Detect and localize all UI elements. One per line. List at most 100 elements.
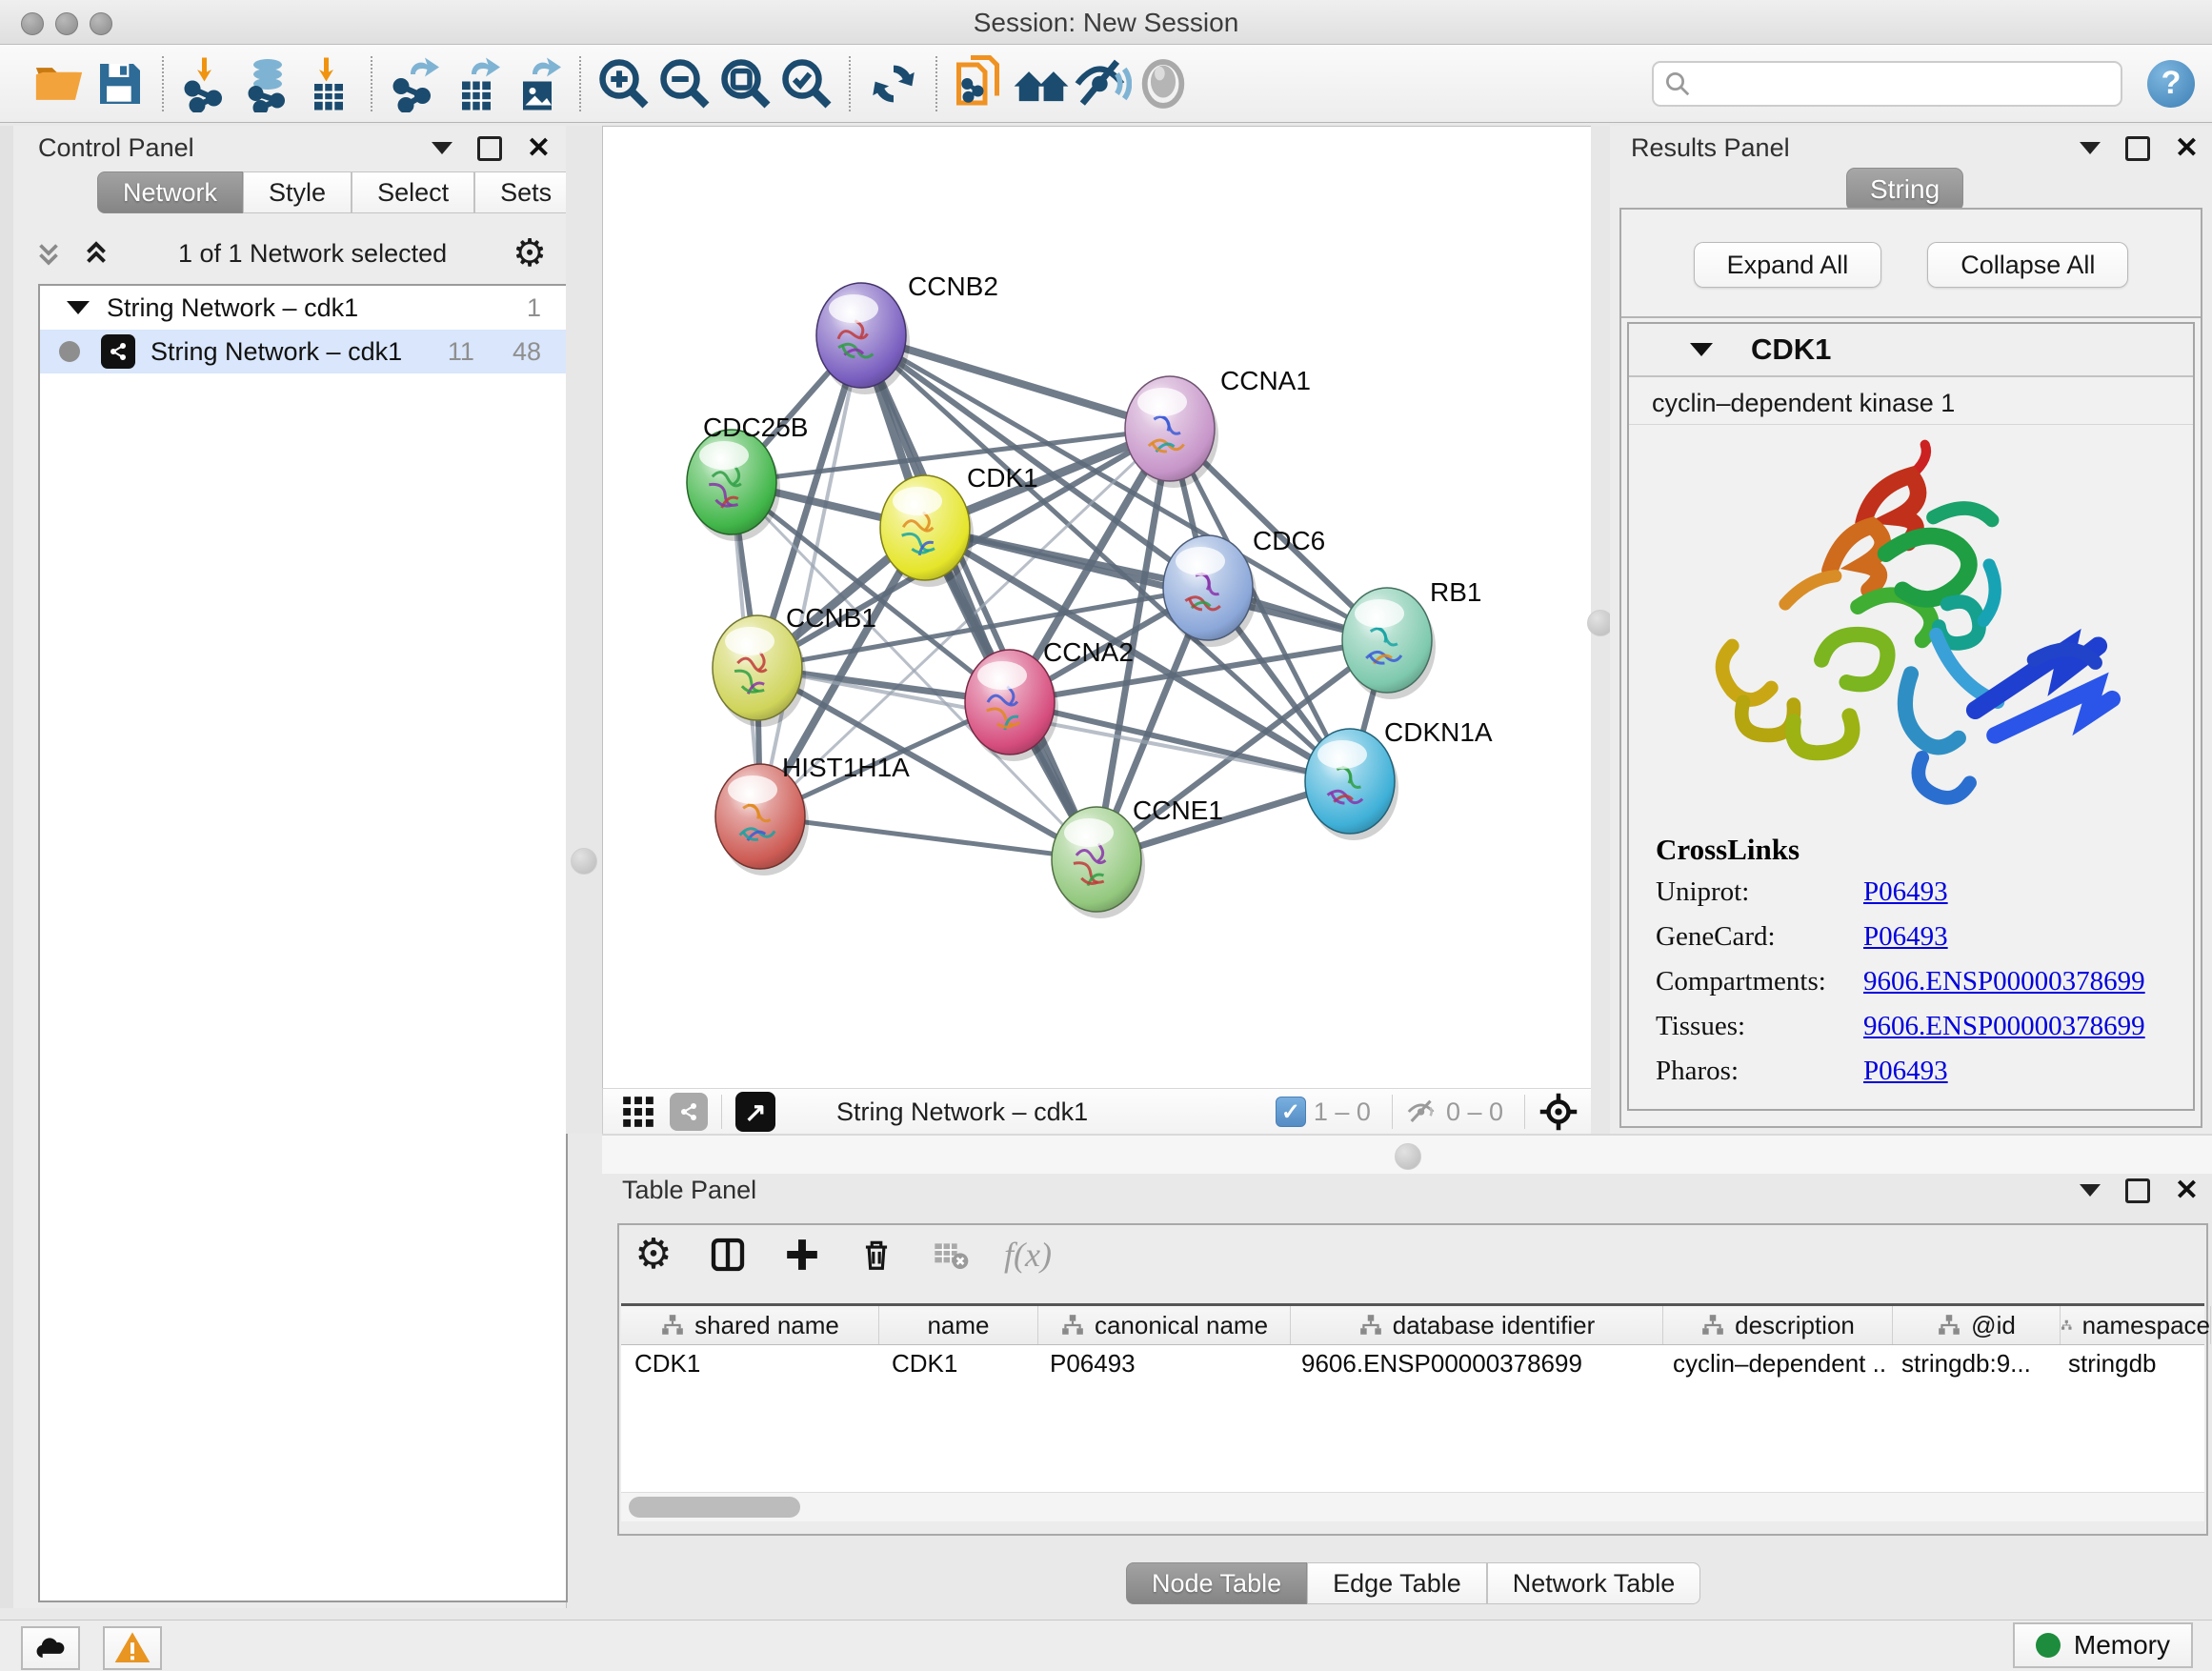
tab-edge-table[interactable]: Edge Table [1307, 1562, 1487, 1604]
network-canvas[interactable]: CCNB2CCNA1CDC25BCDK1CDC6RB1CCNB1CCNA2CDK… [602, 126, 1593, 1090]
open-session-icon[interactable] [29, 53, 90, 114]
crosslink-row: Compartments:9606.ENSP00000378699 [1656, 966, 2193, 997]
crosslink-link[interactable]: P06493 [1863, 1056, 1948, 1087]
hidden-eye-slash-icon[interactable] [1406, 1096, 1438, 1128]
crosslink-link[interactable]: 9606.ENSP00000378699 [1863, 1011, 2145, 1042]
show-columns-icon[interactable] [707, 1234, 749, 1276]
table-cell[interactable]: stringdb [2055, 1345, 2204, 1381]
table-cell[interactable]: 9606.ENSP00000378699 [1288, 1345, 1659, 1381]
node-CCNA1[interactable] [1125, 376, 1218, 488]
search-box[interactable] [1652, 61, 2122, 107]
help-icon[interactable]: ? [2147, 60, 2195, 108]
table-cell[interactable]: stringdb:9... [1888, 1345, 2055, 1381]
zoom-fit-icon[interactable] [715, 53, 776, 114]
cloud-status-button[interactable] [21, 1626, 80, 1670]
float-panel-icon[interactable] [2125, 136, 2150, 161]
network-snapshot-icon[interactable] [950, 53, 1011, 114]
network-collection-row[interactable]: String Network – cdk1 1 [40, 286, 566, 330]
crosslink-link[interactable]: P06493 [1863, 876, 1948, 908]
table-cell[interactable]: CDK1 [621, 1345, 878, 1381]
tab-network[interactable]: Network [97, 171, 243, 213]
show-graphics-details-icon[interactable] [1133, 53, 1194, 114]
crosslink-link[interactable]: 9606.ENSP00000378699 [1863, 966, 2145, 997]
delete-column-icon[interactable] [855, 1234, 897, 1276]
tab-node-table[interactable]: Node Table [1126, 1562, 1307, 1604]
collapse-panel-icon[interactable] [2080, 1184, 2101, 1197]
splitter-handle[interactable] [571, 848, 597, 875]
close-panel-icon[interactable]: ✕ [2175, 1181, 2199, 1200]
network-row[interactable]: String Network – cdk1 11 48 [40, 330, 566, 373]
scrollbar-thumb[interactable] [629, 1497, 800, 1518]
column-header-canonical-name[interactable]: canonical name [1038, 1306, 1291, 1344]
search-input[interactable] [1692, 68, 2096, 99]
toolbar-separator [162, 56, 165, 111]
table-cell[interactable]: cyclin–dependent ... [1659, 1345, 1888, 1381]
close-panel-icon[interactable]: ✕ [527, 139, 551, 158]
zoom-in-icon[interactable] [593, 53, 654, 114]
import-table-icon[interactable] [298, 53, 359, 114]
gene-expander-icon[interactable] [1690, 343, 1713, 356]
import-network-icon[interactable] [176, 53, 237, 114]
collapse-all-networks-icon[interactable] [80, 237, 112, 270]
refresh-icon[interactable] [863, 53, 924, 114]
network-options-gear-icon[interactable]: ⚙ [513, 234, 547, 272]
float-panel-icon[interactable] [477, 136, 502, 161]
memory-button[interactable]: Memory [2013, 1622, 2193, 1668]
column-header-name[interactable]: name [879, 1306, 1038, 1344]
fit-content-crosshair-icon[interactable] [1538, 1092, 1579, 1132]
splitter-handle[interactable] [1395, 1143, 1421, 1170]
node-CCNE1[interactable] [1052, 807, 1145, 918]
collection-expander-icon[interactable] [67, 301, 90, 314]
node-RB1[interactable] [1342, 588, 1436, 699]
collapse-panel-icon[interactable] [2080, 142, 2101, 154]
close-panel-icon[interactable]: ✕ [2175, 139, 2199, 158]
grid-view-icon[interactable] [620, 1094, 656, 1130]
export-table-icon[interactable] [446, 53, 507, 114]
home-networks-icon[interactable] [1011, 53, 1072, 114]
gene-card-header[interactable]: CDK1 [1629, 324, 2193, 377]
export-image-icon[interactable] [507, 53, 568, 114]
node-CDC6[interactable] [1163, 535, 1257, 647]
expand-all-button[interactable]: Expand All [1694, 242, 1882, 288]
tab-sets[interactable]: Sets [474, 171, 577, 213]
table-options-gear-icon[interactable]: ⚙ [633, 1234, 674, 1276]
edge-CCNB2-HIST1H1A[interactable] [760, 335, 861, 816]
create-column-icon[interactable] [781, 1234, 823, 1276]
save-session-icon[interactable] [90, 53, 151, 114]
crosslink-link[interactable]: P06493 [1863, 921, 1948, 953]
gene-card: CDK1 cyclin–dependent kinase 1 [1627, 322, 2195, 1111]
vertical-splitter-right[interactable] [1591, 126, 1610, 1134]
node-CCNB2[interactable] [816, 283, 910, 394]
table-cell[interactable]: CDK1 [878, 1345, 1036, 1381]
collapse-all-button[interactable]: Collapse All [1927, 242, 2128, 288]
selected-nodes-checkbox-icon[interactable]: ✓ [1276, 1097, 1306, 1127]
tab-string[interactable]: String [1846, 168, 1963, 211]
collapse-panel-icon[interactable] [432, 142, 452, 154]
birds-eye-view-icon[interactable]: ↗ [735, 1092, 775, 1132]
export-network-icon[interactable] [385, 53, 446, 114]
zoom-out-icon[interactable] [654, 53, 715, 114]
column-header-description[interactable]: description [1663, 1306, 1893, 1344]
column-header-database-identifier[interactable]: database identifier [1291, 1306, 1663, 1344]
zoom-selected-icon[interactable] [776, 53, 837, 114]
horizontal-splitter[interactable] [602, 1134, 2212, 1177]
network-badge-icon[interactable] [670, 1093, 708, 1131]
vertical-splitter-left[interactable] [566, 126, 602, 1134]
control-panel-tabs: NetworkStyleSelectSets [97, 171, 577, 213]
float-panel-icon[interactable] [2125, 1178, 2150, 1203]
column-header--id[interactable]: @id [1893, 1306, 2061, 1344]
column-header-shared-name[interactable]: shared name [621, 1306, 879, 1344]
node-CDK1[interactable] [880, 475, 974, 587]
tab-style[interactable]: Style [243, 171, 352, 213]
import-network-from-database-icon[interactable] [237, 53, 298, 114]
edge-HIST1H1A-CCNE1[interactable] [760, 816, 1096, 859]
table-row[interactable]: CDK1CDK1P064939606.ENSP00000378699cyclin… [621, 1345, 2204, 1381]
hide-labels-icon[interactable] [1072, 53, 1133, 114]
expand-all-networks-icon[interactable] [32, 237, 65, 270]
warnings-button[interactable] [103, 1626, 162, 1670]
column-header-namespace[interactable]: namespace [2061, 1306, 2211, 1344]
tab-network-table[interactable]: Network Table [1487, 1562, 1701, 1604]
table-cell[interactable]: P06493 [1036, 1345, 1288, 1381]
table-horizontal-scrollbar[interactable] [621, 1492, 2204, 1521]
tab-select[interactable]: Select [352, 171, 474, 213]
